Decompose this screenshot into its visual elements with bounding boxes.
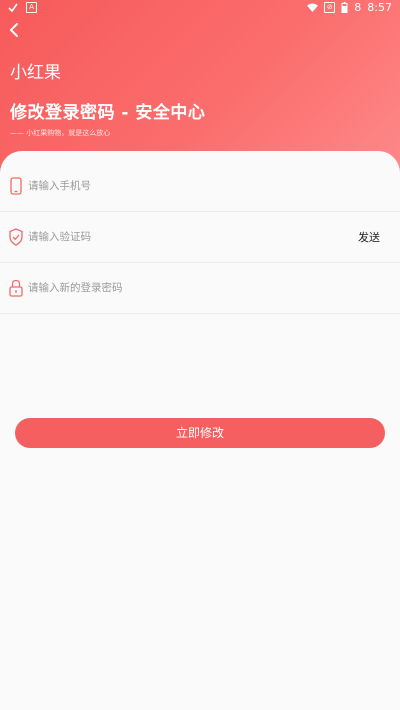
wifi-icon: [307, 3, 319, 12]
lock-icon: [9, 279, 23, 297]
code-row: 发送: [0, 212, 400, 263]
battery-icon: [341, 2, 348, 13]
status-time: 8:57: [367, 1, 392, 14]
send-code-button[interactable]: 发送: [358, 229, 380, 245]
phone-input[interactable]: [28, 176, 328, 196]
page-subtitle: —— 小红果购物，就是这么放心: [10, 129, 111, 137]
status-bar: A ⊘ 8 8:57: [0, 0, 400, 16]
check-notification-icon: [8, 3, 18, 12]
app-name: 小红果: [10, 63, 61, 83]
phone-icon: [10, 177, 22, 195]
page-title: 修改登录密码 - 安全中心: [10, 103, 206, 123]
shield-icon: [9, 228, 23, 246]
new-password-input[interactable]: [28, 278, 328, 298]
app-notification-icon: A: [26, 2, 37, 13]
phone-row: [0, 161, 400, 212]
back-arrow-icon[interactable]: [6, 21, 24, 39]
no-sim-icon: ⊘: [324, 2, 336, 13]
battery-level: 8: [354, 1, 362, 14]
verification-code-input[interactable]: [28, 227, 328, 247]
submit-button[interactable]: 立即修改: [15, 418, 385, 448]
password-row: [0, 263, 400, 314]
